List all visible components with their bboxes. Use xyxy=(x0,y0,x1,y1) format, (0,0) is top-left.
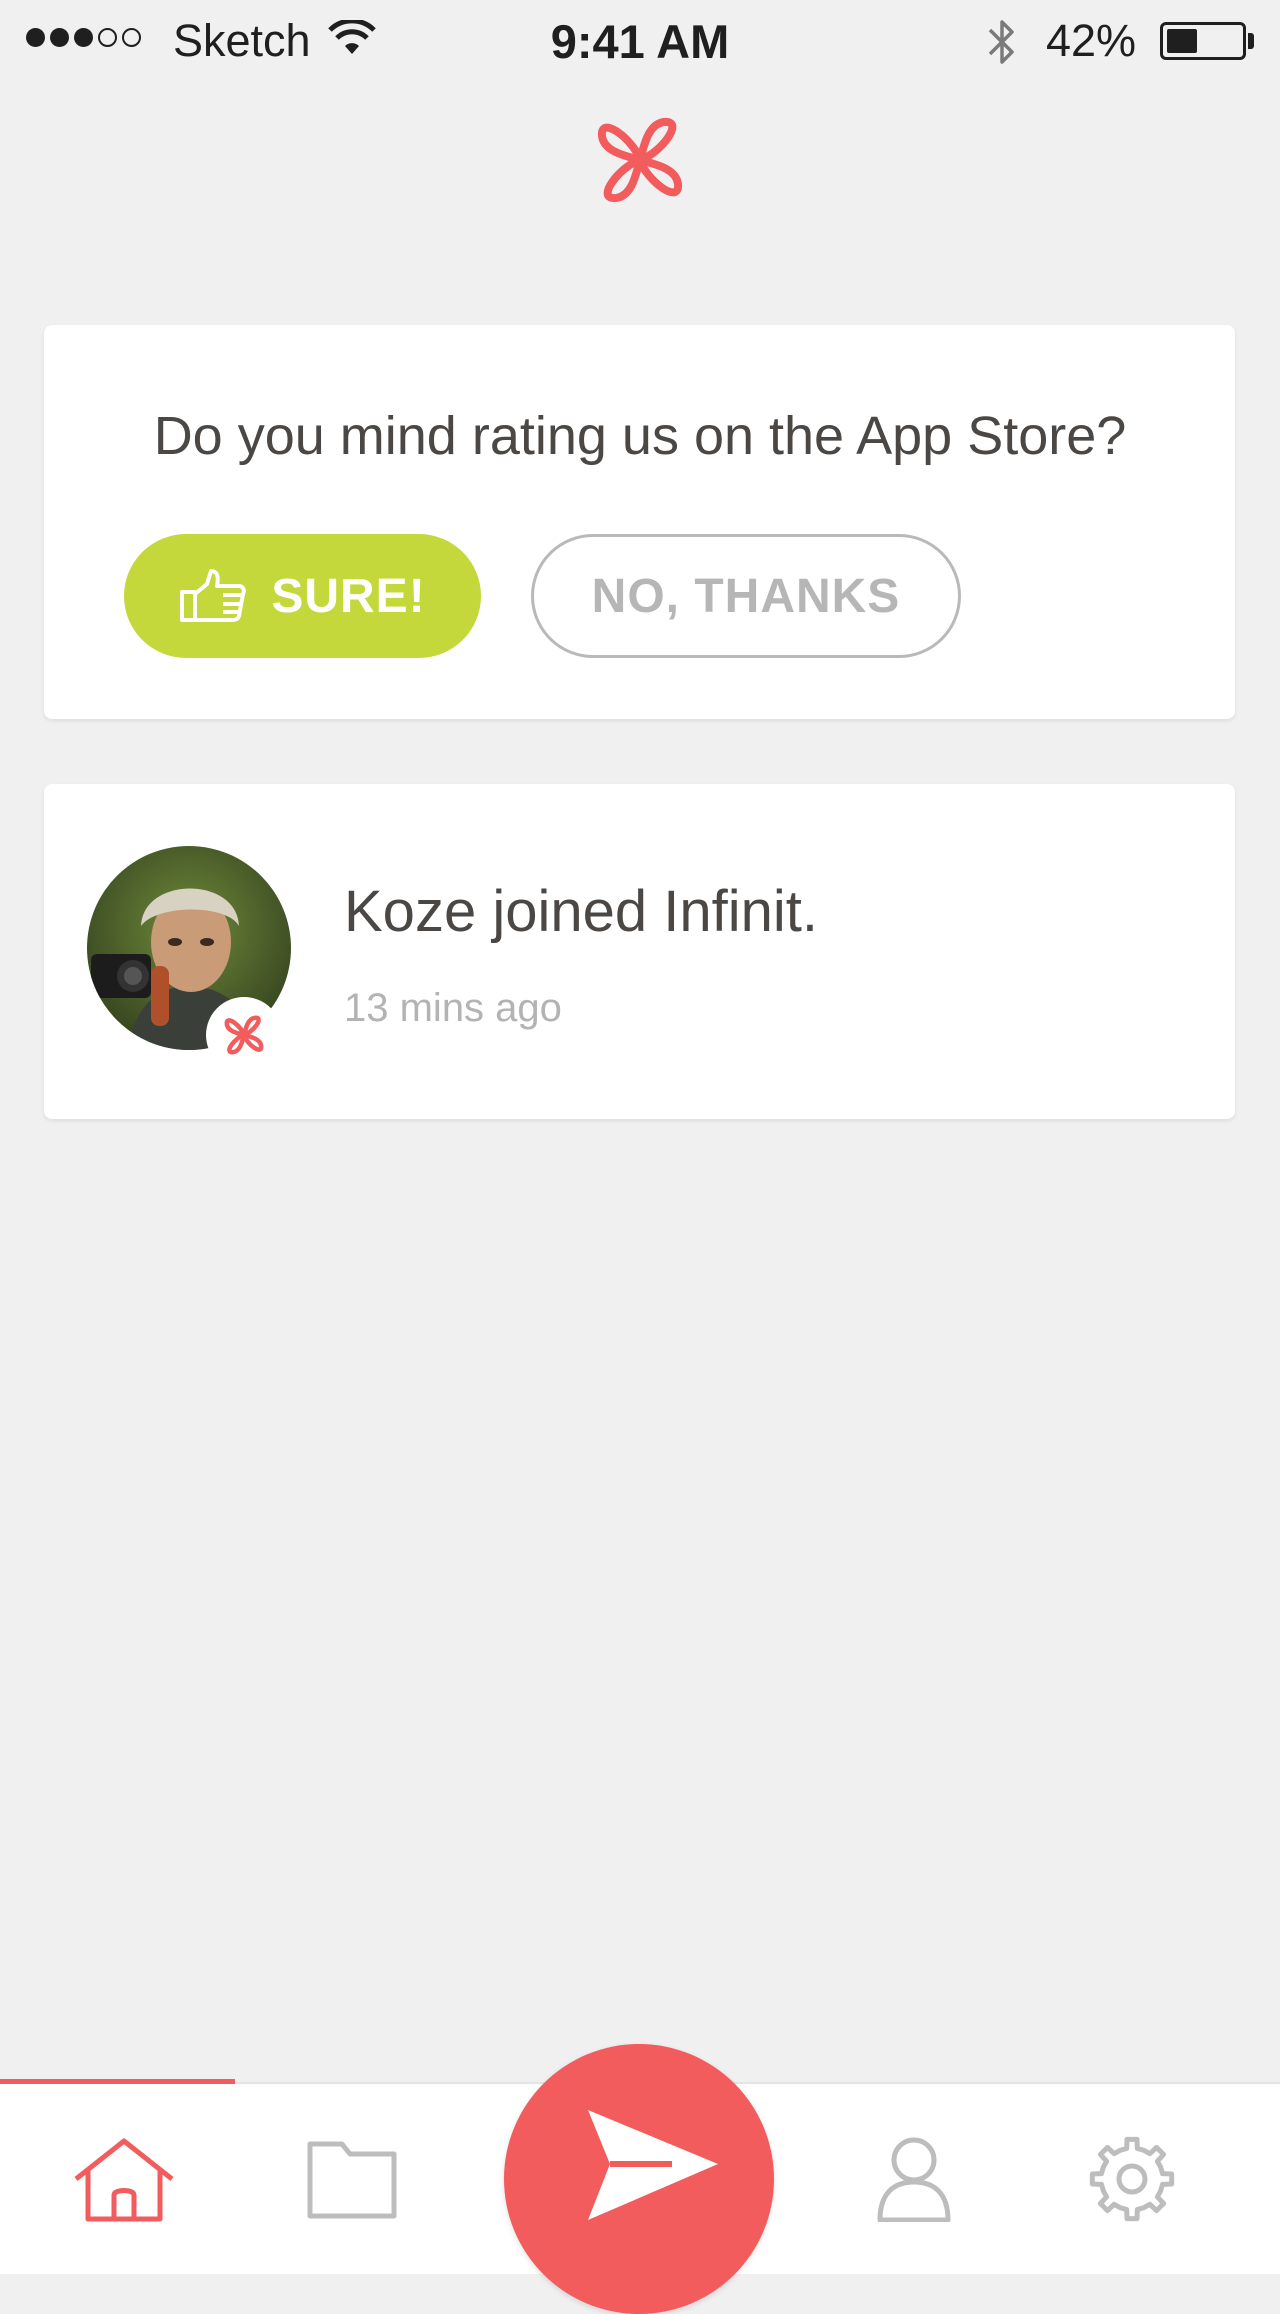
thumbs-up-icon xyxy=(179,568,247,624)
gear-icon xyxy=(1089,2136,1175,2222)
send-button[interactable] xyxy=(504,2044,774,2314)
folder-icon xyxy=(307,2141,397,2219)
rating-card xyxy=(44,325,1235,719)
tab-profile[interactable] xyxy=(854,2124,974,2234)
user-icon xyxy=(877,2137,951,2222)
infinit-badge-icon xyxy=(206,997,282,1073)
status-bar: Sketch 9:41 AM 42% xyxy=(0,0,1280,80)
send-icon xyxy=(588,2110,718,2220)
sure-button[interactable]: SURE! xyxy=(124,534,481,658)
no-thanks-button-label: NO, THANKS xyxy=(591,569,901,623)
tab-files[interactable] xyxy=(292,2130,412,2230)
no-thanks-button[interactable]: NO, THANKS xyxy=(531,534,961,658)
rating-question: Do you mind rating us on the App Store? xyxy=(153,406,1127,466)
infinit-logo-icon xyxy=(598,118,682,202)
tab-home[interactable] xyxy=(64,2130,184,2230)
bluetooth-icon xyxy=(988,20,1014,64)
activity-text: Koze joined Infinit. xyxy=(344,879,818,944)
active-tab-indicator xyxy=(0,2079,235,2084)
battery-icon xyxy=(1160,22,1246,60)
battery-tip xyxy=(1248,33,1254,49)
home-icon xyxy=(74,2138,174,2222)
activity-timestamp: 13 mins ago xyxy=(344,986,562,1030)
sure-button-label: SURE! xyxy=(271,569,426,623)
battery-percent: 42% xyxy=(1046,15,1137,66)
tab-settings[interactable] xyxy=(1072,2124,1192,2234)
